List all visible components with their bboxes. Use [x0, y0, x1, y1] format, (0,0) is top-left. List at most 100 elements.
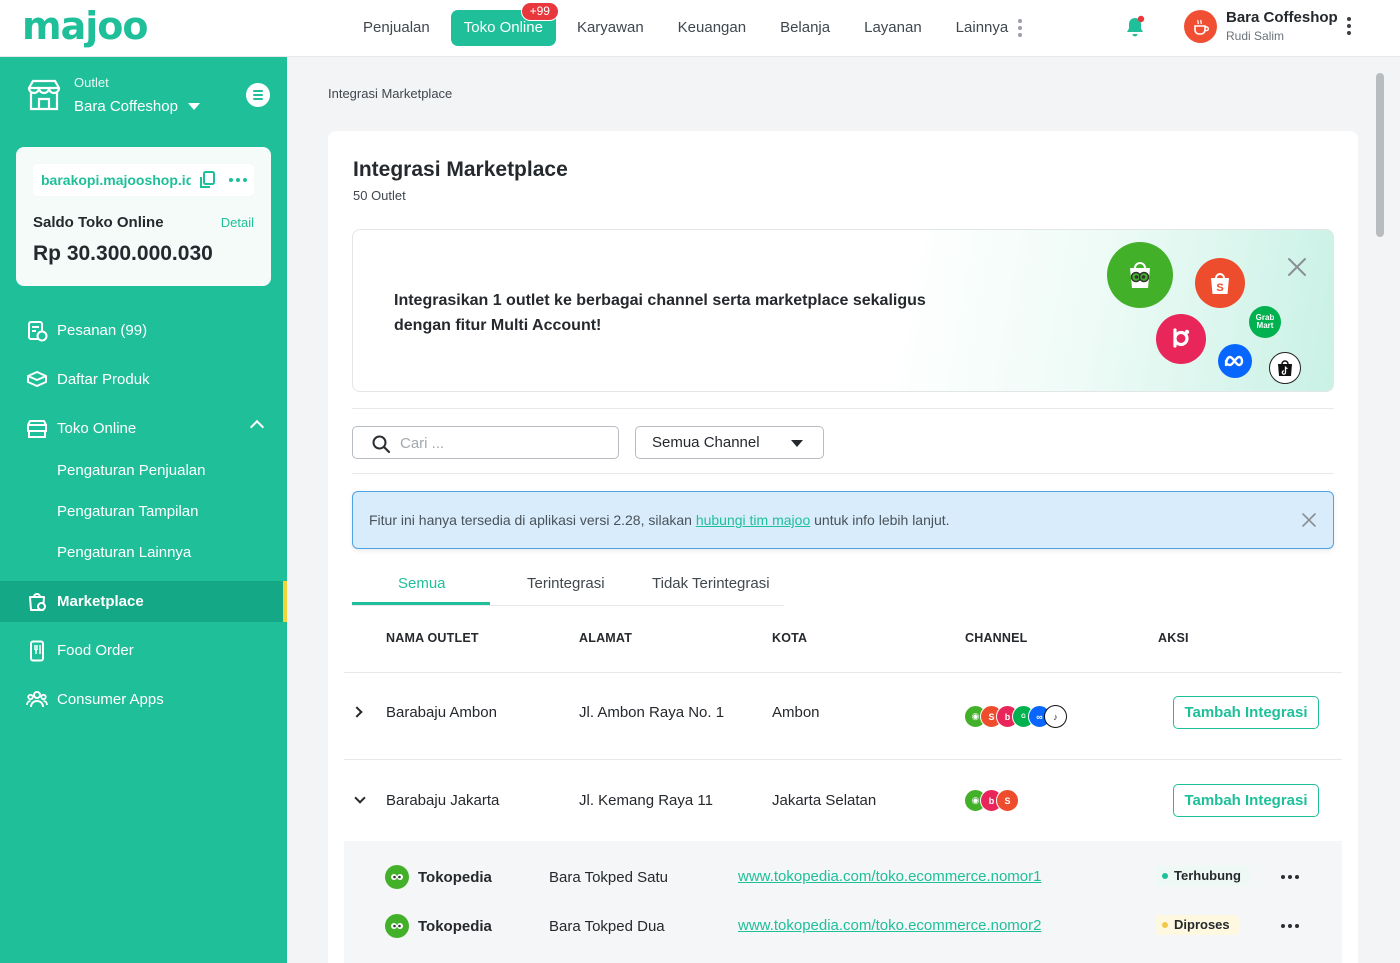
- search-field[interactable]: [352, 426, 619, 459]
- alert-text-suffix: untuk info lebih lanjut.: [810, 512, 950, 528]
- channel-icons: ◉ b S: [964, 789, 1019, 812]
- page-title: Integrasi Marketplace: [353, 158, 568, 181]
- saldo-label: Saldo Toko Online: [33, 214, 164, 231]
- channel-select[interactable]: Semua Channel: [635, 426, 824, 459]
- add-integration-button[interactable]: Tambah Integrasi: [1173, 784, 1319, 817]
- sidebar-item-label: Food Order: [57, 642, 134, 659]
- channel-select-value: Semua Channel: [652, 434, 760, 451]
- tab-terintegrasi[interactable]: Terintegrasi: [527, 575, 605, 592]
- nav-lainnya-label: Lainnya: [955, 19, 1009, 36]
- submenu-pengaturan-penjualan[interactable]: Pengaturan Penjualan: [57, 462, 205, 479]
- sidebar-item-daftar-produk[interactable]: Daftar Produk: [0, 359, 287, 400]
- more-vertical-icon: [1018, 19, 1023, 37]
- shop-url: barakopi.majooshop.id: [41, 172, 191, 188]
- search-icon: [372, 435, 391, 454]
- majoo-logo[interactable]: majoo: [22, 6, 148, 46]
- submenu-pengaturan-tampilan[interactable]: Pengaturan Tampilan: [57, 503, 199, 520]
- outlet-name: Bara Coffeshop: [74, 98, 178, 115]
- close-icon[interactable]: [1302, 513, 1316, 527]
- status-badge: Diproses: [1155, 915, 1239, 935]
- divider: [352, 408, 1334, 409]
- grabmart-label: Grab Mart: [1255, 313, 1275, 330]
- saldo-amount: Rp 30.300.000.030: [33, 242, 213, 265]
- top-bar: majoo Penjualan Toko Online +99 Karyawan…: [0, 0, 1400, 57]
- city-cell: Ambon: [772, 704, 820, 721]
- outlet-count: 50 Outlet: [353, 188, 406, 203]
- city-cell: Jakarta Selatan: [772, 792, 877, 809]
- more-horizontal-icon[interactable]: [1281, 924, 1299, 928]
- saldo-detail-link[interactable]: Detail: [221, 215, 254, 230]
- column-header-kota: KOTA: [772, 631, 808, 645]
- shop-url-field[interactable]: barakopi.majooshop.id: [33, 164, 254, 196]
- sidebar-item-label: Marketplace: [57, 593, 144, 610]
- online-shop-card: barakopi.majooshop.id Saldo Toko Online …: [16, 147, 271, 286]
- column-header-alamat: ALAMAT: [579, 631, 633, 645]
- account-name: Bara Tokped Satu: [549, 869, 668, 886]
- sidebar-item-label: Toko Online: [57, 420, 137, 437]
- search-input[interactable]: [400, 433, 600, 453]
- divider: [344, 759, 1342, 760]
- sidebar-item-toko-online[interactable]: Toko Online: [0, 408, 287, 449]
- hamburger-menu-icon[interactable]: [246, 83, 270, 107]
- tokopedia-logo-icon: [1107, 242, 1173, 308]
- tab-semua[interactable]: Semua: [398, 575, 446, 592]
- close-icon[interactable]: [1285, 255, 1309, 279]
- nav-karyawan[interactable]: Karyawan: [560, 9, 661, 47]
- box-icon: [27, 371, 47, 387]
- copy-icon[interactable]: [197, 170, 217, 195]
- nav-belanja[interactable]: Belanja: [763, 9, 847, 47]
- sidebar-item-food-order[interactable]: Food Order: [0, 630, 287, 671]
- coffee-logo-icon: [1193, 19, 1209, 35]
- user-more-vertical-icon[interactable]: [1347, 17, 1351, 35]
- store-www-icon: [27, 420, 47, 438]
- store-url-link[interactable]: www.tokopedia.com/toko.ecommerce.nomor2: [738, 917, 1041, 934]
- caret-down-icon: [187, 103, 200, 110]
- tab-tidak-terintegrasi[interactable]: Tidak Terintegrasi: [652, 575, 770, 592]
- tiktok-shop-logo-icon: [1269, 352, 1301, 384]
- marketplace-icon: [29, 593, 46, 611]
- chevron-up-icon: [249, 419, 265, 435]
- order-icon: [28, 321, 48, 342]
- food-order-icon: [30, 640, 44, 662]
- address-cell: Jl. Kemang Raya 11: [579, 792, 713, 809]
- multi-account-banner: Integrasikan 1 outlet ke berbagai channe…: [352, 229, 1334, 392]
- avatar: [1184, 10, 1217, 43]
- sidebar-item-label: Daftar Produk: [57, 371, 150, 388]
- tiktok-shop-icon: ♪: [1044, 705, 1067, 728]
- user-name: Bara Coffeshop: [1226, 9, 1338, 26]
- chevron-down-icon[interactable]: [354, 792, 366, 804]
- scrollbar[interactable]: [1376, 73, 1384, 237]
- nav-lainnya[interactable]: Lainnya: [939, 9, 1040, 47]
- sidebar-item-marketplace[interactable]: Marketplace: [0, 581, 287, 622]
- tokopedia-icon: [385, 914, 409, 938]
- submenu-pengaturan-lainnya[interactable]: Pengaturan Lainnya: [57, 544, 191, 561]
- nav-layanan[interactable]: Layanan: [847, 9, 939, 47]
- nav-penjualan[interactable]: Penjualan: [346, 9, 447, 47]
- contact-majoo-link[interactable]: hubungi tim majoo: [696, 512, 810, 528]
- grabmart-logo-icon: Grab Mart: [1249, 306, 1281, 338]
- tabs: Semua Terintegrasi Tidak Terintegrasi: [352, 568, 784, 606]
- sidebar-item-label: Pesanan (99): [57, 322, 148, 339]
- outlet-selector[interactable]: Bara Coffeshop: [74, 98, 200, 115]
- alert-text-prefix: Fitur ini hanya tersedia di aplikasi ver…: [369, 512, 696, 528]
- store-url-link[interactable]: www.tokopedia.com/toko.ecommerce.nomor1: [738, 868, 1041, 885]
- add-integration-button[interactable]: Tambah Integrasi: [1173, 696, 1319, 729]
- bell-icon[interactable]: [1124, 15, 1146, 39]
- sidebar-item-consumer-apps[interactable]: Consumer Apps: [0, 679, 287, 720]
- more-horizontal-icon[interactable]: [1281, 875, 1299, 879]
- consumer-apps-icon: [26, 691, 48, 708]
- banner-text: Integrasikan 1 outlet ke berbagai channe…: [394, 292, 926, 334]
- user-menu[interactable]: Bara Coffeshop Rudi Salim: [1184, 9, 1338, 44]
- more-horizontal-icon[interactable]: [229, 178, 247, 182]
- channel-name: Tokopedia: [418, 869, 492, 886]
- chevron-right-icon[interactable]: [351, 706, 363, 718]
- svg-text:S: S: [1216, 282, 1223, 294]
- store-icon: [26, 79, 62, 116]
- shopee-logo-icon: S: [1195, 258, 1245, 308]
- blibli-logo-icon: [1156, 314, 1206, 364]
- nav-toko-online[interactable]: Toko Online +99: [450, 2, 559, 46]
- sidebar-item-pesanan[interactable]: Pesanan (99): [0, 310, 287, 351]
- divider: [352, 473, 1334, 474]
- nav-keuangan[interactable]: Keuangan: [661, 9, 763, 47]
- expanded-channel-list: Tokopedia Bara Tokped Satu www.tokopedia…: [344, 841, 1342, 963]
